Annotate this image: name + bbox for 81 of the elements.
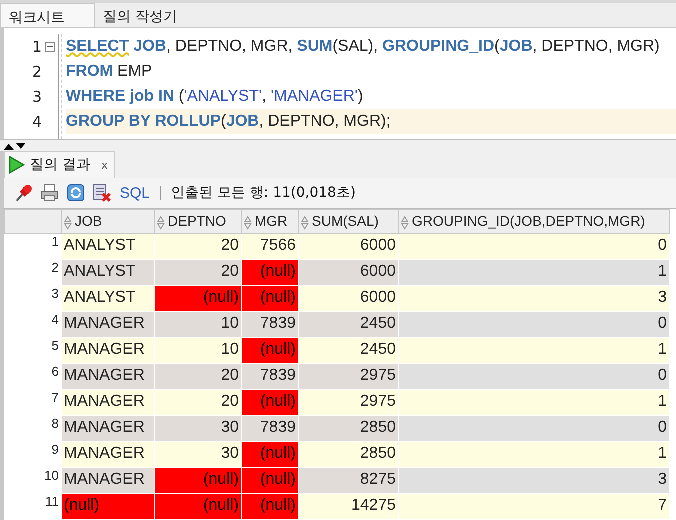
- column-header[interactable]: GROUPING_ID(JOB,DEPTNO,MGR): [398, 209, 670, 234]
- table-cell: 20: [154, 363, 242, 390]
- table-cell: 20: [154, 233, 242, 260]
- table-cell: 0: [398, 311, 670, 338]
- table-cell: 7839: [242, 311, 298, 338]
- table-cell: 30: [154, 441, 242, 468]
- fold-toggle-icon[interactable]: [45, 42, 55, 52]
- collapse-arrows-icon[interactable]: [4, 142, 26, 150]
- line-number: 3: [32, 88, 42, 106]
- table-cell: (null): [154, 467, 242, 494]
- table-cell: 6000: [298, 259, 398, 286]
- table-cell: 1: [398, 259, 670, 286]
- column-header[interactable]: MGR: [242, 209, 298, 234]
- table-cell: ANALYST: [62, 233, 154, 260]
- table-cell: (null): [242, 467, 298, 494]
- code-line: GROUP BY ROLLUP(JOB, DEPTNO, MGR);: [66, 112, 391, 131]
- table-cell: 6000: [298, 285, 398, 312]
- table-cell: 20: [154, 259, 242, 286]
- table-cell: 2975: [298, 363, 398, 390]
- close-icon[interactable]: x: [101, 158, 108, 172]
- fetch-status: 인출된 모든 행: 11(0,018초): [171, 184, 356, 202]
- sql-link[interactable]: SQL: [120, 184, 150, 202]
- table-cell: 7839: [242, 363, 298, 390]
- table-cell: 1: [398, 441, 670, 468]
- table-cell: MANAGER: [62, 337, 154, 364]
- table-cell: 14275: [298, 493, 398, 520]
- delete-icon[interactable]: [92, 183, 112, 204]
- table-cell: (null): [242, 285, 298, 312]
- pin-icon[interactable]: [14, 183, 34, 204]
- table-cell: 20: [154, 389, 242, 416]
- table-cell: ANALYST: [62, 285, 154, 312]
- table-cell: 2450: [298, 337, 398, 364]
- worksheet-tab[interactable]: 질의 작성기: [95, 3, 186, 28]
- table-cell: 6000: [298, 233, 398, 260]
- table-cell: MANAGER: [62, 389, 154, 416]
- line-number: 4: [32, 112, 42, 131]
- code-line: FROM EMP: [66, 62, 152, 81]
- table-cell: (null): [242, 337, 298, 364]
- table-cell: 2450: [298, 311, 398, 338]
- refresh-icon[interactable]: [66, 183, 86, 204]
- table-cell: (null): [154, 285, 242, 312]
- table-cell: 1: [398, 389, 670, 416]
- table-cell: (null): [62, 493, 154, 520]
- table-cell: MANAGER: [62, 415, 154, 442]
- table-cell: MANAGER: [62, 467, 154, 494]
- table-cell: 7566: [242, 233, 298, 260]
- table-cell: 10: [154, 311, 242, 338]
- run-icon: [9, 156, 25, 174]
- table-cell: 2975: [298, 389, 398, 416]
- line-number: 1: [32, 38, 42, 56]
- results-tab[interactable]: 질의 결과 x: [4, 151, 115, 178]
- table-cell: 0: [398, 415, 670, 442]
- table-cell: ANALYST: [62, 259, 154, 286]
- table-cell: 2850: [298, 415, 398, 442]
- column-header[interactable]: SUM(SAL): [298, 209, 398, 234]
- table-cell: 7: [398, 493, 670, 520]
- worksheet-tab[interactable]: 워크시트: [0, 3, 95, 28]
- table-cell: 3: [398, 285, 670, 312]
- table-cell: 1: [398, 337, 670, 364]
- table-cell: MANAGER: [62, 363, 154, 390]
- table-cell: 2850: [298, 441, 398, 468]
- table-cell: (null): [242, 493, 298, 520]
- table-cell: 0: [398, 233, 670, 260]
- table-cell: 8275: [298, 467, 398, 494]
- code-line: WHERE job IN ('ANALYST', 'MANAGER'): [66, 88, 364, 106]
- table-cell: (null): [154, 493, 242, 520]
- table-cell: (null): [242, 389, 298, 416]
- table-cell: (null): [242, 259, 298, 286]
- line-number: 2: [32, 62, 42, 81]
- column-header[interactable]: JOB: [62, 209, 154, 234]
- table-cell: 7839: [242, 415, 298, 442]
- code-line: SELECT JOB, DEPTNO, MGR, SUM(SAL), GROUPING_ID(JOB, DEPTNO, MGR): [66, 38, 660, 56]
- table-cell: 10: [154, 337, 242, 364]
- table-cell: (null): [242, 441, 298, 468]
- table-cell: MANAGER: [62, 441, 154, 468]
- table-cell: MANAGER: [62, 311, 154, 338]
- column-header[interactable]: DEPTNO: [154, 209, 242, 234]
- table-cell: 3: [398, 467, 670, 494]
- printer-icon[interactable]: [40, 183, 60, 204]
- table-cell: 30: [154, 415, 242, 442]
- table-cell: 0: [398, 363, 670, 390]
